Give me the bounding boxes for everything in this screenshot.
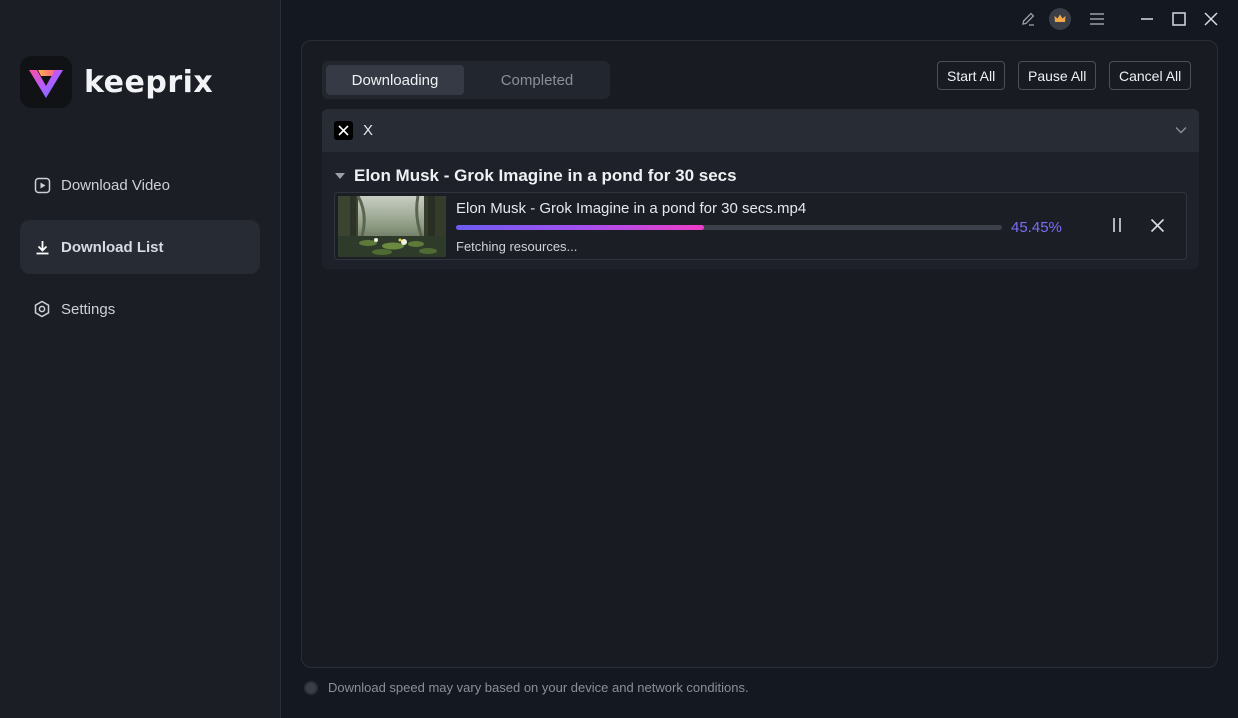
cancel-all-button[interactable]: Cancel All xyxy=(1109,61,1192,90)
cancel-download-icon[interactable] xyxy=(1147,215,1167,235)
menu-icon[interactable] xyxy=(1086,8,1108,30)
play-square-icon xyxy=(33,176,51,194)
progress-percent: 45.45% xyxy=(1011,219,1062,236)
file-name: Elon Musk - Grok Imagine in a pond for 3… xyxy=(456,200,807,217)
crown-icon[interactable] xyxy=(1049,8,1071,30)
pause-all-button[interactable]: Pause All xyxy=(1018,61,1097,90)
download-group: X Elon Musk - Grok Imagine in a pond for… xyxy=(322,109,1199,269)
gear-icon xyxy=(33,300,51,318)
maximize-icon[interactable] xyxy=(1168,8,1190,30)
caret-down-icon[interactable] xyxy=(334,170,346,182)
sidebar-item-settings[interactable]: Settings xyxy=(20,282,260,336)
progress-bar xyxy=(456,225,1002,230)
tab-bar: Downloading Completed xyxy=(322,61,610,99)
keeprix-logo-icon xyxy=(20,56,72,108)
group-name: X xyxy=(363,122,374,139)
pause-icon[interactable] xyxy=(1107,215,1127,235)
sidebar-item-label: Settings xyxy=(61,300,116,318)
download-item-header: Elon Musk - Grok Imagine in a pond for 3… xyxy=(334,166,737,186)
footer-note: Download speed may vary based on your de… xyxy=(304,680,749,695)
edit-icon[interactable] xyxy=(1017,8,1039,30)
chevron-down-icon[interactable] xyxy=(1173,122,1189,138)
download-item-title: Elon Musk - Grok Imagine in a pond for 3… xyxy=(354,166,737,185)
download-panel: Downloading Completed Start All Pause Al… xyxy=(301,40,1218,668)
sidebar-item-label: Download Video xyxy=(61,176,170,194)
close-icon[interactable] xyxy=(1200,8,1222,30)
sidebar-item-label: Download List xyxy=(61,238,164,256)
download-icon xyxy=(33,238,51,256)
info-dot-icon xyxy=(304,680,318,695)
app-logo: keeprix xyxy=(20,56,213,108)
footer-text: Download speed may vary based on your de… xyxy=(328,680,749,695)
download-status: Fetching resources... xyxy=(456,239,578,254)
download-card: Elon Musk - Grok Imagine in a pond for 3… xyxy=(334,192,1187,260)
group-header[interactable]: X xyxy=(322,109,1199,152)
start-all-button[interactable]: Start All xyxy=(937,61,1006,90)
tab-downloading[interactable]: Downloading xyxy=(326,65,464,95)
minimize-icon[interactable] xyxy=(1136,8,1158,30)
x-logo-icon xyxy=(334,121,353,140)
sidebar-item-download-video[interactable]: Download Video xyxy=(20,158,260,212)
sidebar: keeprix Download Video Download List Set… xyxy=(0,0,281,718)
progress-fill xyxy=(456,225,705,230)
tab-completed[interactable]: Completed xyxy=(468,65,606,95)
app-name: keeprix xyxy=(84,64,214,100)
video-thumbnail xyxy=(338,196,446,257)
sidebar-item-download-list[interactable]: Download List xyxy=(20,220,260,274)
